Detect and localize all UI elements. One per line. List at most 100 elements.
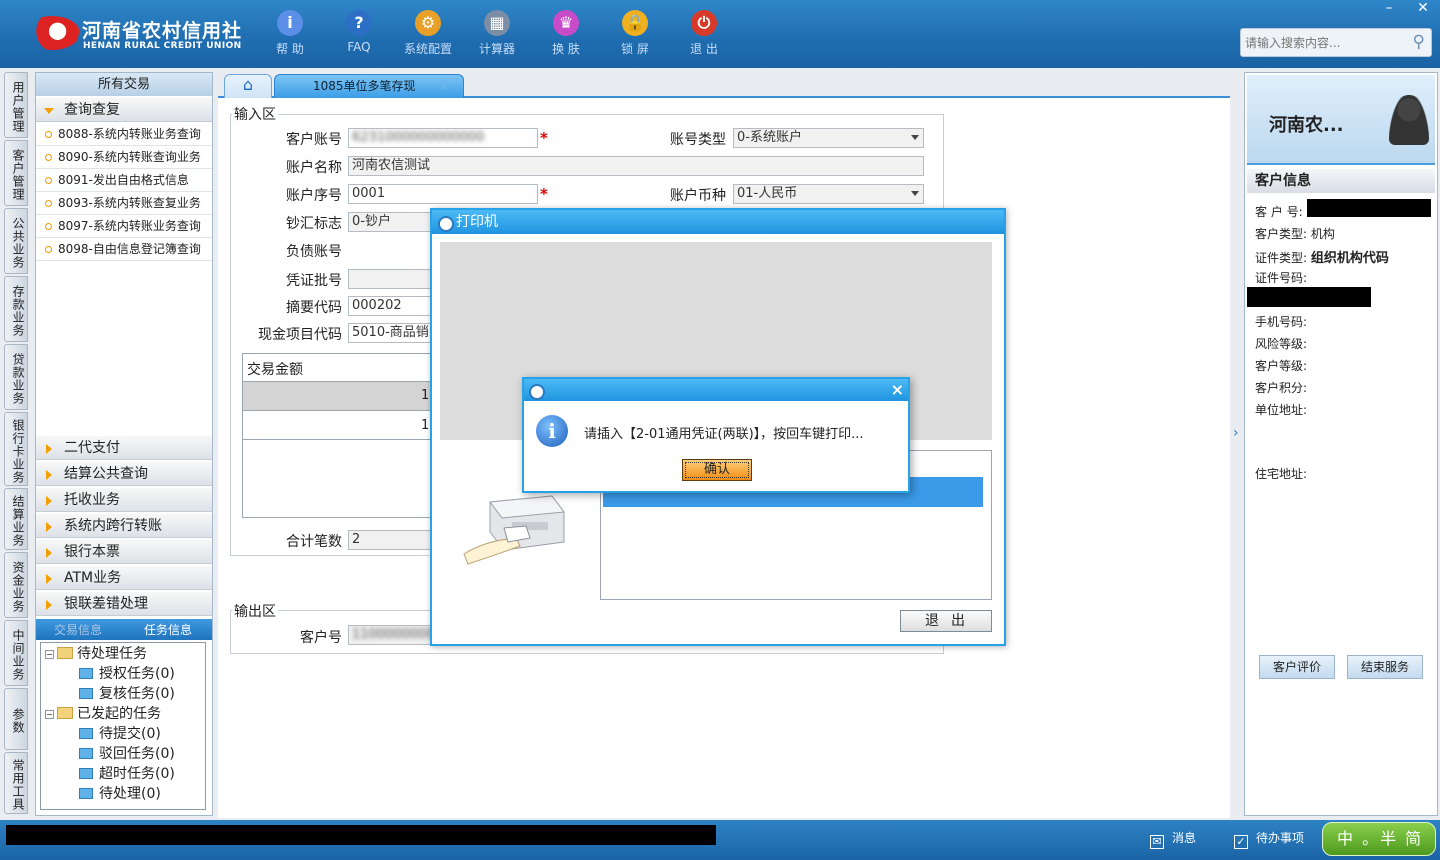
messages-button[interactable]: ✉ 消息	[1150, 829, 1196, 849]
toolbar-toolbox-button[interactable]: ⚙ 系统配置	[396, 8, 460, 64]
envelope-icon: ✉	[1150, 835, 1164, 849]
tree-leaf[interactable]: 待处理(0)	[79, 784, 161, 804]
folder-icon	[57, 647, 73, 659]
tree-leaf[interactable]: 复核任务(0)	[79, 684, 175, 704]
group-5[interactable]: ATM业务	[36, 566, 212, 590]
sidebar-item-8091[interactable]: 8091-发出自由格式信息	[36, 169, 212, 192]
tree-leaf[interactable]: 待提交(0)	[79, 724, 161, 744]
group-3[interactable]: 系统内跨行转账	[36, 514, 212, 538]
toolbar-question-button[interactable]: ? FAQ	[327, 8, 391, 64]
currency-select[interactable]: 01-人民币	[733, 184, 924, 204]
toolbar-label: 计算器	[478, 42, 515, 56]
group-query-reply[interactable]: 查询查复	[36, 98, 212, 122]
table-header-amount: 交易金额	[247, 362, 303, 378]
vtab-3[interactable]: 存款业务	[4, 276, 28, 342]
vtab-10[interactable]: 常用工具	[4, 752, 28, 814]
vtab-9[interactable]: 参数	[4, 688, 28, 750]
label-cash-flag: 钞汇标志	[286, 216, 342, 232]
message-dialog: × i 请插入【2-01通用凭证(两联)】，按回车键打印... 确认	[522, 377, 910, 493]
group-0[interactable]: 二代支付	[36, 436, 212, 460]
tree-leaf[interactable]: 超时任务(0)	[79, 764, 175, 784]
group-4[interactable]: 银行本票	[36, 540, 212, 564]
label-out-account: 客户号	[300, 630, 342, 646]
account-name-field[interactable]: 河南农信测试	[348, 156, 924, 176]
sidebar-item-8090[interactable]: 8090-系统内转账查询业务	[36, 146, 212, 169]
input-area-legend: 输入区	[232, 104, 278, 124]
account-field[interactable]: 6231000000000000	[348, 128, 538, 148]
tab-close-icon[interactable]: ×	[439, 75, 449, 97]
search-icon[interactable]: ⚲	[1413, 32, 1425, 52]
task-icon	[79, 728, 93, 739]
vtab-4[interactable]: 贷款业务	[4, 344, 28, 410]
group-1[interactable]: 结算公共查询	[36, 462, 212, 486]
folder-icon	[57, 707, 73, 719]
account-type-select[interactable]: 0-系统账户	[733, 128, 924, 148]
group-2[interactable]: 托收业务	[36, 488, 212, 512]
home-address-label: 住宅地址:	[1255, 467, 1308, 481]
seq-field[interactable]: 0001	[348, 184, 538, 204]
tree-folder[interactable]: − 待处理任务	[45, 644, 147, 664]
task-icon	[79, 768, 93, 779]
collapse-right-icon[interactable]: ›	[1233, 425, 1242, 465]
toolbar-power-button[interactable]: ⏻ 退 出	[672, 8, 736, 64]
search-box[interactable]: ⚲	[1240, 28, 1432, 57]
id-no-label: 证件号码:	[1255, 271, 1308, 285]
chevron-down-icon	[911, 135, 919, 144]
end-service-button[interactable]: 结束服务	[1347, 655, 1423, 679]
tree-label: 待提交(0)	[99, 726, 161, 742]
group-6[interactable]: 银联差错处理	[36, 592, 212, 616]
toolbar-info-button[interactable]: i 帮 助	[258, 8, 322, 64]
task-icon	[79, 788, 93, 799]
required-mark: *	[540, 185, 548, 203]
sidebar-item-8098[interactable]: 8098-自由信息登记簿查询	[36, 238, 212, 261]
tab-1085[interactable]: 1085单位多笔存现 ×	[274, 74, 464, 98]
collapse-toggle-icon[interactable]: −	[45, 650, 54, 659]
customer-evaluate-button[interactable]: 客户评价	[1259, 655, 1335, 679]
toolbar-calculator-button[interactable]: ▦ 计算器	[465, 8, 529, 64]
task-icon	[79, 668, 93, 679]
sidebar-item-8097[interactable]: 8097-系统内转账业务查询	[36, 215, 212, 238]
sidebar-item-8088[interactable]: 8088-系统内转账业务查询	[36, 123, 212, 146]
tab-1085-label: 1085单位多笔存现	[313, 79, 416, 93]
tab-home[interactable]: ⌂	[224, 74, 272, 98]
tab-task-info[interactable]: 任务信息	[144, 621, 192, 638]
tree-leaf[interactable]: 授权任务(0)	[79, 664, 175, 684]
minimize-button[interactable]: –	[1376, 0, 1402, 18]
vtab-0[interactable]: 用户管理	[4, 72, 28, 138]
vtab-6[interactable]: 结算业务	[4, 488, 28, 550]
close-icon[interactable]: ×	[891, 380, 904, 400]
vtab-5[interactable]: 银行卡业务	[4, 412, 28, 486]
confirm-button[interactable]: 确认	[682, 459, 752, 481]
checkbox-icon: ✓	[1234, 835, 1248, 849]
redacted-block	[1247, 287, 1371, 307]
ime-indicator[interactable]: 中 。半 简	[1322, 822, 1436, 856]
toolbar-shirt-button[interactable]: ♛ 换 肤	[534, 8, 598, 64]
search-input[interactable]	[1245, 34, 1405, 52]
required-mark: *	[540, 129, 548, 147]
status-bar: ✉ 消息 ✓ 待办事项	[0, 820, 1440, 860]
toolbar-lock-button[interactable]: 🔒 锁 屏	[603, 8, 667, 64]
power-icon: ⏻	[691, 10, 717, 36]
cust-type-row: 客户类型: 机构	[1255, 227, 1335, 241]
vtab-2[interactable]: 公共业务	[4, 208, 28, 274]
toolbar-label: 系统配置	[403, 42, 452, 56]
todo-button[interactable]: ✓ 待办事项	[1234, 829, 1304, 849]
tab-transaction-info[interactable]: 交易信息	[54, 621, 102, 638]
tree-leaf[interactable]: 驳回任务(0)	[79, 744, 175, 764]
vtab-1[interactable]: 客户管理	[4, 140, 28, 206]
close-window-button[interactable]: ✕	[1410, 0, 1436, 18]
printer-dialog-title: 打印机	[432, 210, 1004, 234]
logo: 河南省农村信用社 HENAN RURAL CREDIT UNION	[24, 12, 244, 58]
logo-mark-icon	[24, 16, 80, 50]
vtab-7[interactable]: 资金业务	[4, 552, 28, 618]
collapse-toggle-icon[interactable]: −	[45, 710, 54, 719]
exit-button[interactable]: 退出	[900, 610, 992, 632]
vtab-8[interactable]: 中间业务	[4, 620, 28, 686]
sidebar-item-8093[interactable]: 8093-系统内转账查复业务	[36, 192, 212, 215]
tree-folder[interactable]: − 已发起的任务	[45, 704, 161, 724]
tree-label: 复核任务(0)	[99, 686, 175, 702]
info-icon: i	[536, 415, 568, 447]
label-voucher-batch: 凭证批号	[286, 273, 342, 289]
shirt-icon: ♛	[553, 10, 579, 36]
redacted-block	[1307, 199, 1431, 217]
